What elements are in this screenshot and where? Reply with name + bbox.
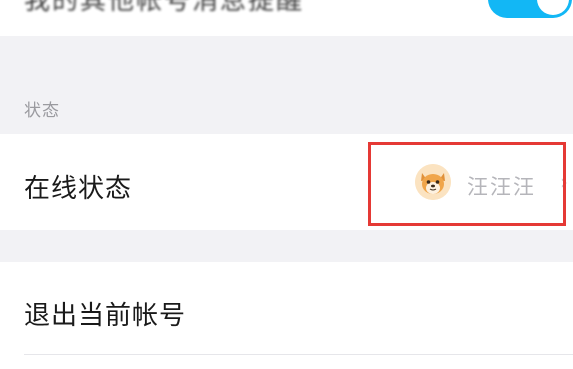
- highlight-annotation-box: [368, 142, 566, 226]
- section-title: 状态: [24, 101, 60, 121]
- other-accounts-notify-label: 我的其他帐号消息提醒: [24, 0, 305, 16]
- status-section-header: 状态: [0, 36, 573, 134]
- settings-screen: 我的其他帐号消息提醒 状态 在线状态 汪汪汪 › 退出当前帐号: [0, 0, 573, 369]
- other-accounts-notify-row[interactable]: 我的其他帐号消息提醒: [0, 0, 573, 36]
- logout-row[interactable]: 退出当前帐号: [0, 262, 573, 369]
- toggle-knob: [537, 0, 569, 15]
- divider: [24, 354, 573, 355]
- online-status-label: 在线状态: [24, 174, 133, 204]
- other-accounts-notify-toggle[interactable]: [488, 0, 572, 18]
- logout-label: 退出当前帐号: [24, 301, 187, 331]
